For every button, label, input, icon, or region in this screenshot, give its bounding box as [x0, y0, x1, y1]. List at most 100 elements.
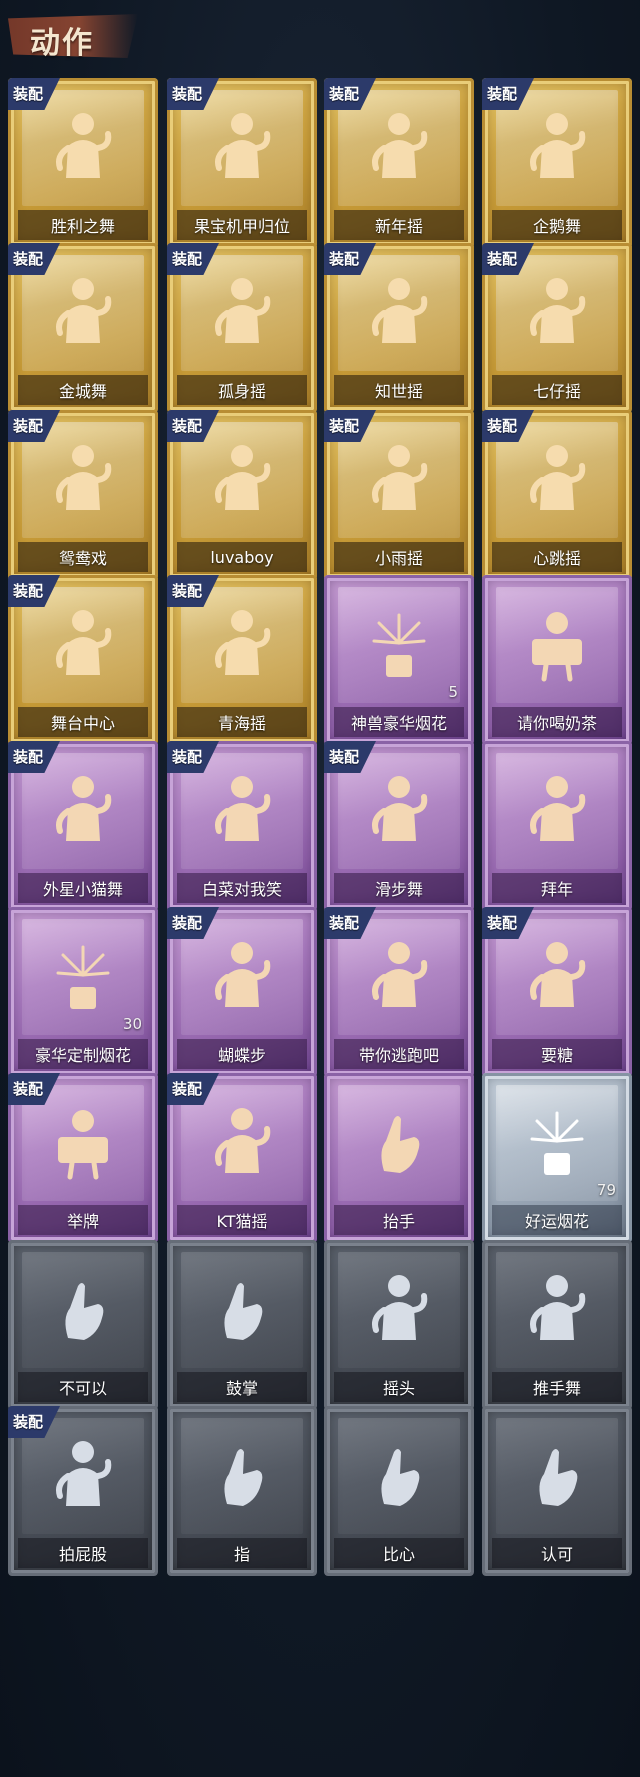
card-label-bar: 推手舞 — [492, 1372, 622, 1402]
action-name: luvaboy — [210, 547, 274, 567]
action-card[interactable]: 拜年 — [482, 741, 632, 911]
action-name: 豪华定制烟花 — [34, 1046, 131, 1065]
card-label-bar: 带你逃跑吧 — [334, 1039, 464, 1069]
action-card[interactable]: 装配 要糖 — [482, 907, 632, 1077]
action-name: 滑步舞 — [374, 880, 423, 899]
push-hand-icon — [522, 1268, 592, 1348]
action-card[interactable]: 装配 白菜对我笑 — [167, 741, 317, 911]
action-card[interactable]: 装配 鸳鸯戏 — [8, 410, 158, 580]
action-card[interactable]: 装配 外星小猫舞 — [8, 741, 158, 911]
action-card[interactable]: 认可 — [482, 1406, 632, 1576]
action-name: 孤身摇 — [217, 382, 266, 401]
dance-figure-icon — [522, 106, 592, 186]
action-name: 白菜对我笑 — [201, 880, 282, 899]
dance-figure-icon — [522, 935, 592, 1015]
action-name: 指 — [233, 1545, 250, 1564]
action-name: 青海摇 — [217, 714, 266, 733]
dance-figure-icon — [48, 603, 118, 683]
shake-head-icon — [364, 1268, 434, 1348]
action-name: 推手舞 — [532, 1379, 581, 1398]
action-card[interactable]: 装配 知世摇 — [324, 243, 474, 413]
action-card[interactable]: 装配 新年摇 — [324, 78, 474, 248]
finger-wag-icon — [48, 1268, 118, 1348]
action-name: 外星小猫舞 — [42, 880, 123, 899]
action-card[interactable]: 5 神兽豪华烟花 — [324, 575, 474, 745]
action-name: 心跳摇 — [532, 549, 581, 568]
action-card[interactable]: 推手舞 — [482, 1240, 632, 1410]
action-card[interactable]: 鼓掌 — [167, 1240, 317, 1410]
sign-holder-icon — [48, 1101, 118, 1181]
action-card[interactable]: 装配 带你逃跑吧 — [324, 907, 474, 1077]
card-label-bar: 果宝机甲归位 — [177, 210, 307, 240]
action-card[interactable]: 装配 滑步舞 — [324, 741, 474, 911]
action-name: 要糖 — [540, 1046, 573, 1065]
point-hand-icon — [207, 1434, 277, 1514]
action-card[interactable]: 装配 孤身摇 — [167, 243, 317, 413]
action-card[interactable]: 装配 举牌 — [8, 1073, 158, 1243]
dance-figure-icon — [364, 769, 434, 849]
dance-figure-icon — [48, 271, 118, 351]
action-card[interactable]: 装配 青海摇 — [167, 575, 317, 745]
dance-figure-icon — [522, 271, 592, 351]
card-label-bar: 滑步舞 — [334, 873, 464, 903]
dance-figure-icon — [364, 271, 434, 351]
card-label-bar: 青海摇 — [177, 707, 307, 737]
action-grid: 装配 胜利之舞 装配 果宝机甲归位 装配 新年摇 装配 企鹅舞 装配 金城舞 装配 孤身摇 装配 知世摇装… — [0, 0, 640, 1777]
dance-figure-icon — [207, 271, 277, 351]
action-card[interactable]: 装配 心跳摇 — [482, 410, 632, 580]
firework-pot-icon — [364, 603, 434, 683]
card-label-bar: 要糖 — [492, 1039, 622, 1069]
action-card[interactable]: 装配 胜利之舞 — [8, 78, 158, 248]
card-label-bar: 鼓掌 — [177, 1372, 307, 1402]
dance-figure-icon — [207, 769, 277, 849]
firework-can-icon — [522, 1101, 592, 1181]
action-name: 拜年 — [540, 880, 573, 899]
action-card[interactable]: 装配 小雨摇 — [324, 410, 474, 580]
action-name: 摇头 — [382, 1379, 415, 1398]
action-name: 比心 — [382, 1545, 415, 1564]
card-label-bar: 新年摇 — [334, 210, 464, 240]
action-card[interactable]: 装配 KT猫摇 — [167, 1073, 317, 1243]
card-label-bar: 舞台中心 — [18, 707, 148, 737]
action-card[interactable]: 不可以 — [8, 1240, 158, 1410]
item-count: 30 — [122, 1015, 142, 1033]
action-name: 不可以 — [58, 1379, 107, 1398]
action-card[interactable]: 79 好运烟花 — [482, 1073, 632, 1243]
action-card[interactable]: 装配 luvaboy — [167, 410, 317, 580]
action-card[interactable]: 比心 — [324, 1406, 474, 1576]
action-name: 金城舞 — [58, 382, 107, 401]
action-card[interactable]: 抬手 — [324, 1073, 474, 1243]
action-card[interactable]: 装配 七仔摇 — [482, 243, 632, 413]
action-card[interactable]: 装配 金城舞 — [8, 243, 158, 413]
action-name: 胜利之舞 — [50, 217, 115, 236]
action-name: 拍屁股 — [58, 1545, 107, 1564]
action-card[interactable]: 装配 果宝机甲归位 — [167, 78, 317, 248]
action-name: 抬手 — [382, 1212, 415, 1231]
action-card[interactable]: 装配 舞台中心 — [8, 575, 158, 745]
card-label-bar: 七仔摇 — [492, 375, 622, 405]
card-label-bar: 不可以 — [18, 1372, 148, 1402]
card-label-bar: luvaboy — [177, 542, 307, 572]
card-label-bar: 拍屁股 — [18, 1538, 148, 1568]
bow-figure-icon — [522, 769, 592, 849]
item-count: 5 — [448, 683, 458, 701]
card-label-bar: 金城舞 — [18, 375, 148, 405]
action-name: 带你逃跑吧 — [358, 1046, 439, 1065]
card-label-bar: 神兽豪华烟花 — [334, 707, 464, 737]
raise-hand-icon — [364, 1101, 434, 1181]
card-label-bar: 心跳摇 — [492, 542, 622, 572]
action-card[interactable]: 请你喝奶茶 — [482, 575, 632, 745]
action-card[interactable]: 装配 拍屁股 — [8, 1406, 158, 1576]
action-card[interactable]: 装配 蝴蝶步 — [167, 907, 317, 1077]
card-label-bar: 比心 — [334, 1538, 464, 1568]
action-card[interactable]: 摇头 — [324, 1240, 474, 1410]
action-card[interactable]: 30 豪华定制烟花 — [8, 907, 158, 1077]
action-name: KT猫摇 — [216, 1212, 268, 1231]
card-label-bar: 好运烟花 — [492, 1205, 622, 1235]
action-name: 鸳鸯戏 — [58, 549, 107, 568]
action-card[interactable]: 指 — [167, 1406, 317, 1576]
card-label-bar: 举牌 — [18, 1205, 148, 1235]
item-count: 79 — [596, 1181, 616, 1199]
slap-figure-icon — [48, 1434, 118, 1514]
action-card[interactable]: 装配 企鹅舞 — [482, 78, 632, 248]
